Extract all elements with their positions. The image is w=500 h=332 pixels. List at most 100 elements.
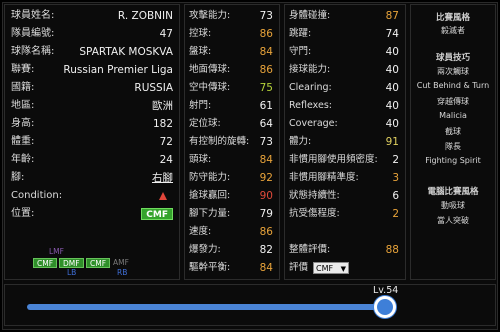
stat-value: 91 [385, 136, 399, 148]
foot-label: 腳: [11, 172, 25, 183]
stat-row: 搶球贏回: 90 [189, 187, 273, 205]
stat-row: 定位球: 64 [189, 115, 273, 133]
stat-value: 92 [259, 172, 273, 184]
player-number-value: 47 [159, 28, 173, 40]
height-label: 身高: [11, 118, 35, 129]
stat-row: 防守能力: 92 [189, 169, 273, 187]
evaluation-row: 評價 CMF ▼ [289, 259, 399, 277]
player-name-label: 球員姓名: [11, 10, 55, 21]
age-label: 年齡: [11, 154, 35, 165]
stat-label: 頭球: [189, 154, 212, 165]
player-number-row: 隊員編號: 47 [11, 25, 173, 43]
stat-row: 速度: 86 [189, 223, 273, 241]
overall-rating-row: 整體評價: 88 [289, 241, 399, 259]
skill-item: 穿越傳球 [437, 97, 469, 106]
player-name-value: R. ZOBNIN [117, 10, 173, 22]
team-row: 球隊名稱: SPARTAK MOSKVA [11, 43, 173, 61]
playing-style-title: 比賽風格 [435, 13, 470, 23]
stat-value: 86 [259, 64, 273, 76]
stat-value: 61 [259, 100, 273, 112]
stat-row: 爆發力: 82 [189, 241, 273, 259]
position-chart-lb: LB [67, 268, 77, 277]
stat-label: Reflexes: [289, 100, 333, 111]
stat-row: 腳下力量: 79 [189, 205, 273, 223]
weight-value: 72 [159, 136, 173, 148]
stat-label: 守門: [289, 46, 312, 57]
league-label: 聯賽: [11, 64, 35, 75]
chevron-down-icon: ▼ [340, 265, 346, 273]
stat-label: 驅幹平衡: [189, 262, 231, 273]
position-chart-cmf-left: CMF [33, 258, 58, 268]
stat-value: 40 [385, 118, 399, 130]
stat-row: Coverage: 40 [289, 115, 399, 133]
stat-label: 地面傳球: [189, 64, 231, 75]
evaluation-select[interactable]: CMF ▼ [313, 262, 349, 274]
stat-value: 2 [392, 154, 399, 166]
stat-row: Clearing: 40 [289, 79, 399, 97]
region-row: 地區: 歐洲 [11, 97, 173, 115]
stat-value: 79 [259, 208, 273, 220]
overall-rating-value: 88 [385, 244, 399, 256]
condition-arrow-up-icon [159, 192, 167, 200]
stat-label: 攻擊能力: [189, 10, 231, 21]
skill-item: Cut Behind & Turn [416, 81, 490, 90]
condition-row: Condition: [11, 187, 173, 205]
stat-label: 爆發力: [189, 244, 221, 255]
level-slider-track[interactable] [27, 304, 379, 310]
stat-value: 87 [385, 10, 399, 22]
stat-label: 有控制的旋轉: [189, 136, 250, 147]
region-label: 地區: [11, 100, 35, 111]
stat-value: 2 [392, 208, 399, 220]
nationality-row: 國籍: RUSSIA [11, 79, 173, 97]
level-slider-thumb[interactable] [374, 296, 396, 318]
player-name-row: 球員姓名: R. ZOBNIN [11, 7, 173, 25]
region-value: 歐洲 [152, 100, 173, 112]
player-number-label: 隊員編號: [11, 28, 55, 39]
skill-item: 兩次觸球 [437, 67, 469, 76]
stat-label: 腳下力量: [189, 208, 231, 219]
stat-row: 空中傳球: 75 [189, 79, 273, 97]
stat-label: 跳躍: [289, 28, 312, 39]
stat-label: 定位球: [189, 118, 221, 129]
ai-style-item: 動吸球 [441, 201, 465, 210]
stat-row: 體力: 91 [289, 133, 399, 151]
stat-value: 3 [392, 172, 399, 184]
stat-row: 狀態持續性: 6 [289, 187, 399, 205]
nationality-label: 國籍: [11, 82, 35, 93]
stat-value: 86 [259, 28, 273, 40]
skills-panel: 比賽風格 毅滅者 球員技巧 兩次觸球 Cut Behind & Turn 穿越傳… [410, 4, 496, 280]
stat-value: 84 [259, 262, 273, 274]
stat-row: 跳躍: 74 [289, 25, 399, 43]
stat-label: 抗受傷程度: [289, 208, 340, 219]
age-value: 24 [159, 154, 173, 166]
stats-panel-2: 身體碰撞: 87 跳躍: 74 守門: 40 接球能力: 40 Clearing: 40 … [284, 4, 406, 280]
stat-row: 有控制的旋轉: 73 [189, 133, 273, 151]
overall-rating-label: 整體評價: [289, 244, 331, 255]
ai-style-item: 當人突破 [437, 216, 469, 225]
playing-style-item: 毅滅者 [441, 26, 465, 35]
stat-label: 控球: [189, 28, 212, 39]
stat-row: 頭球: 84 [189, 151, 273, 169]
position-label: 位置: [11, 208, 35, 219]
position-chart-dmf: DMF [59, 258, 84, 268]
stat-label: 盤球: [189, 46, 212, 57]
evaluation-label: 評價 [289, 262, 309, 273]
position-chart-cmf-center: CMF [86, 258, 111, 268]
weight-row: 體重: 72 [11, 133, 173, 151]
stat-label: 接球能力: [289, 64, 331, 75]
player-skills-title: 球員技巧 [435, 53, 470, 63]
stat-value: 84 [259, 154, 273, 166]
stat-value: 40 [385, 100, 399, 112]
stat-value: 40 [385, 82, 399, 94]
stat-value: 73 [259, 136, 273, 148]
stats-panel-1: 攻擊能力: 73 控球: 86 盤球: 84 地面傳球: 86 空中傳球: 75 射門: 6… [184, 4, 280, 280]
team-label: 球隊名稱: [11, 46, 55, 57]
team-value: SPARTAK MOSKVA [79, 46, 173, 58]
stat-row: 地面傳球: 86 [189, 61, 273, 79]
profile-panel: 球員姓名: R. ZOBNIN 隊員編號: 47 球隊名稱: SPARTAK M… [4, 4, 180, 280]
stat-label: 射門: [189, 100, 212, 111]
stat-row: 射門: 61 [189, 97, 273, 115]
stat-label: 狀態持續性: [289, 190, 340, 201]
league-row: 聯賽: Russian Premier Liga [11, 61, 173, 79]
age-row: 年齡: 24 [11, 151, 173, 169]
